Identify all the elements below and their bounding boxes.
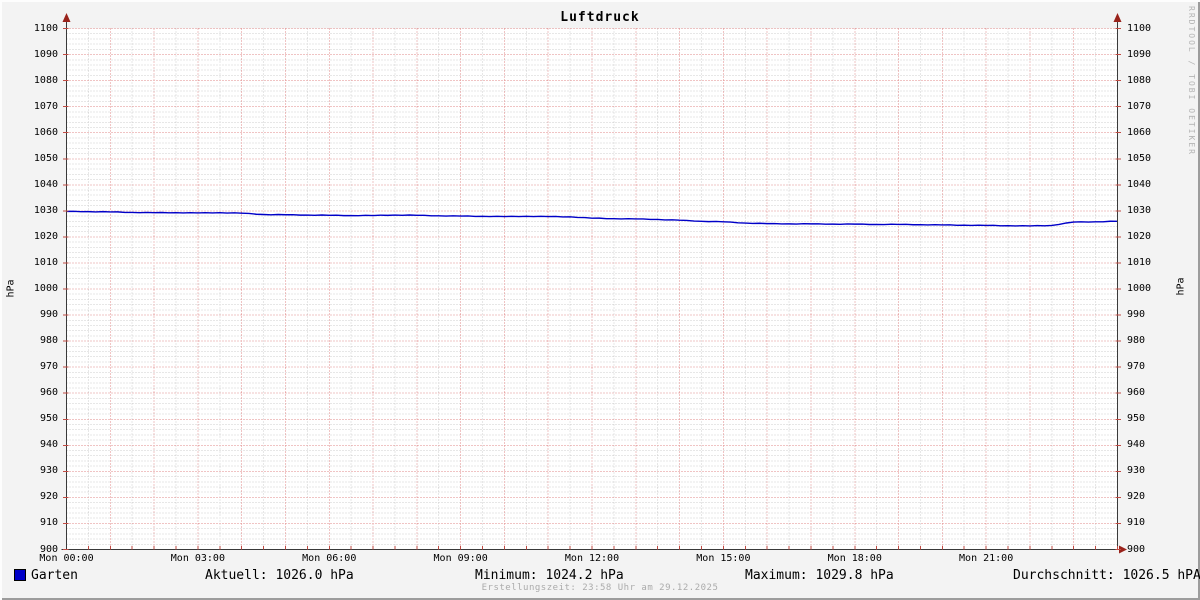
y-tick-label-right: 1040 [1127, 178, 1152, 190]
y-tick-label-right: 1010 [1127, 256, 1152, 268]
x-tick-label: Mon 00:00 [39, 553, 94, 564]
stat-average: Durchschnitt: 1026.5 hPA [1013, 568, 1200, 583]
series-color-swatch [14, 569, 26, 581]
legend-row: Garten Aktuell: 1026.0 hPa Minimum: 1024… [0, 568, 1200, 583]
y-tick-label-left: 920 [39, 491, 58, 503]
y-tick-label-left: 950 [39, 413, 58, 425]
y-tick-label-right: 1100 [1127, 22, 1152, 34]
x-tick-label: Mon 15:00 [696, 553, 751, 564]
y-tick-label-right: 900 [1127, 543, 1146, 555]
y-tick-label-right: 950 [1127, 413, 1146, 425]
x-tick-label: Mon 18:00 [827, 553, 882, 564]
y-tick-label-right: 1020 [1127, 230, 1152, 242]
y-tick-label-left: 970 [39, 361, 58, 373]
x-tick-label: Mon 06:00 [302, 553, 357, 564]
y-tick-label-right: 920 [1127, 491, 1146, 503]
y-tick-label-right: 930 [1127, 465, 1146, 477]
y-tick-label-right: 1030 [1127, 204, 1152, 216]
stat-maximum: Maximum: 1029.8 hPa [745, 568, 894, 583]
y-tick-label-right: 970 [1127, 361, 1146, 373]
y-tick-label-left: 1010 [33, 256, 58, 268]
y-tick-label-right: 980 [1127, 335, 1146, 347]
y-tick-label-right: 1060 [1127, 126, 1152, 138]
y-tick-label-left: 1020 [33, 230, 58, 242]
y-tick-label-left: 980 [39, 335, 58, 347]
x-tick-label: Mon 09:00 [433, 553, 488, 564]
y-tick-label-right: 940 [1127, 439, 1146, 451]
y-tick-label-left: 990 [39, 309, 58, 321]
x-tick-label: Mon 21:00 [959, 553, 1014, 564]
series-legend-label: Garten [31, 568, 78, 583]
y-tick-label-right: 1080 [1127, 74, 1152, 86]
y-tick-label-left: 1090 [33, 48, 58, 60]
y-tick-label-right: 1050 [1127, 152, 1152, 164]
y-tick-label-left: 1100 [33, 22, 58, 34]
y-tick-label-left: 1060 [33, 126, 58, 138]
y-tick-label-left: 940 [39, 439, 58, 451]
rrdtool-graph-image: Luftdruck 900 900 910 910 920 920 930 930 940 940… [0, 0, 1200, 600]
x-tick-label: Mon 12:00 [564, 553, 620, 564]
stat-current: Aktuell: 1026.0 hPa [205, 568, 354, 583]
creation-timestamp: Erstellungszeit: 23:58 Uhr am 29.12.2025 [481, 583, 719, 593]
y-tick-label-left: 930 [39, 465, 58, 477]
y-tick-label-left: 1050 [33, 152, 58, 164]
pressure-line-chart [61, 13, 1127, 554]
y-tick-label-left: 960 [39, 387, 58, 399]
stat-minimum: Minimum: 1024.2 hPa [475, 568, 624, 583]
y-tick-label-left: 910 [39, 517, 58, 529]
y-tick-label-right: 910 [1127, 517, 1146, 529]
x-tick-label: Mon 03:00 [170, 553, 225, 564]
y-tick-label-left: 1070 [33, 100, 58, 112]
y-tick-label-left: 1040 [33, 178, 58, 190]
y-tick-label-right: 1090 [1127, 48, 1152, 60]
y-tick-label-left: 1080 [33, 74, 58, 86]
y-tick-label-right: 960 [1127, 387, 1146, 399]
y-tick-label-right: 990 [1127, 309, 1146, 321]
y-tick-label-right: 1070 [1127, 100, 1152, 112]
rrdtool-watermark: RRDTOOL / TOBI OETIKER [1187, 6, 1196, 156]
y-axis-unit-left: hPa [5, 279, 17, 298]
y-tick-label-left: 1030 [33, 204, 58, 216]
y-axis-unit-right: hPa [1175, 277, 1187, 296]
